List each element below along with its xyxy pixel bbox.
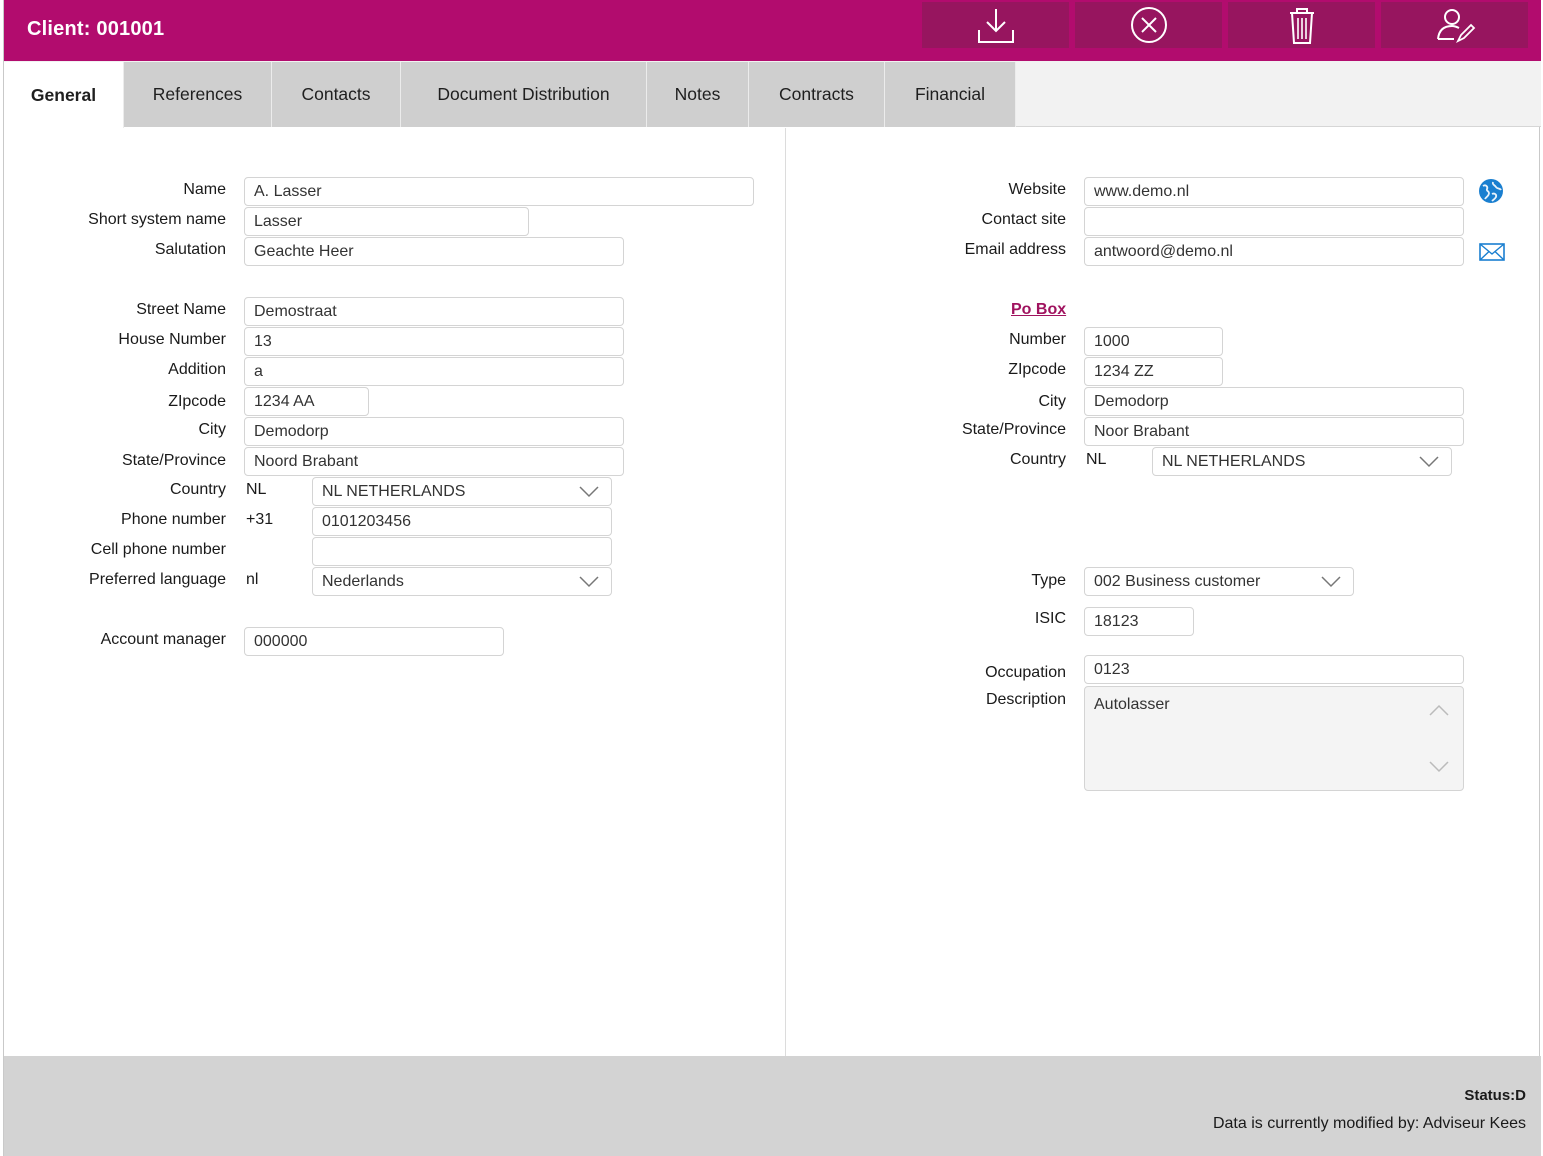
chevron-down-icon: [1321, 576, 1341, 588]
country-select-value: NL NETHERLANDS: [322, 483, 466, 500]
modified-by-text: Data is currently modified by: Adviseur …: [1212, 1115, 1526, 1132]
short-name-input[interactable]: [244, 207, 529, 236]
scroll-down-icon[interactable]: [1429, 761, 1449, 773]
po-country-label: Country: [1009, 451, 1066, 468]
occupation-input[interactable]: [1084, 655, 1464, 684]
addition-label: Addition: [168, 361, 226, 378]
cancel-button[interactable]: [1075, 2, 1222, 48]
status-footer: Status:D Data is currently modified by: …: [4, 1056, 1541, 1156]
edit-user-button[interactable]: [1381, 2, 1528, 48]
chevron-down-icon: [579, 486, 599, 498]
country-select[interactable]: NL NETHERLANDS: [312, 477, 612, 506]
isic-label: ISIC: [1034, 610, 1066, 627]
name-label: Name: [183, 181, 226, 198]
globe-icon[interactable]: [1478, 178, 1504, 204]
tab-bar: General References Contacts Document Dis…: [4, 61, 1541, 128]
country-label: Country: [169, 481, 226, 498]
street-label: Street Name: [136, 301, 226, 318]
phone-input[interactable]: [312, 507, 612, 536]
type-select[interactable]: 002 Business customer: [1084, 567, 1354, 596]
type-select-value: 002 Business customer: [1094, 573, 1261, 590]
user-edit-icon: [1436, 9, 1475, 44]
chevron-down-icon: [579, 576, 599, 588]
page-title: Client: 001001: [27, 18, 165, 40]
chevron-down-icon: [1419, 456, 1439, 468]
po-city-label: City: [1038, 393, 1066, 410]
language-label: Preferred language: [89, 571, 226, 588]
type-label: Type: [1031, 572, 1066, 589]
save-button[interactable]: [922, 2, 1069, 48]
po-zipcode-label: ZIpcode: [1008, 361, 1066, 378]
cell-phone-label: Cell phone number: [90, 541, 226, 558]
street-input[interactable]: [244, 297, 624, 326]
salutation-label: Salutation: [154, 241, 226, 258]
tab-notes[interactable]: Notes: [647, 62, 749, 127]
email-input[interactable]: [1084, 237, 1464, 266]
po-country-select-value: NL NETHERLANDS: [1162, 453, 1306, 470]
city-label: City: [198, 421, 226, 438]
zipcode-input[interactable]: [244, 387, 369, 416]
short-name-label: Short system name: [88, 211, 226, 228]
name-input[interactable]: [244, 177, 754, 206]
account-manager-input[interactable]: [244, 627, 504, 656]
zipcode-label: ZIpcode: [168, 393, 226, 410]
house-number-input[interactable]: [244, 327, 624, 356]
language-code: nl: [246, 571, 259, 588]
trash-icon: [1289, 8, 1314, 44]
tab-document-distribution[interactable]: Document Distribution: [401, 62, 647, 127]
contact-site-label: Contact site: [981, 211, 1066, 228]
account-manager-label: Account manager: [100, 631, 226, 648]
po-number-input[interactable]: [1084, 327, 1223, 356]
description-text: Autolasser: [1094, 696, 1170, 713]
tab-references[interactable]: References: [124, 62, 272, 127]
cancel-circle-icon: [1130, 7, 1167, 43]
download-icon: [977, 9, 1014, 43]
client-window: Client: 001001 General References Contac…: [3, 0, 1541, 1156]
cell-phone-input[interactable]: [312, 537, 612, 566]
house-number-label: House Number: [118, 331, 226, 348]
salutation-input[interactable]: [244, 237, 624, 266]
addition-input[interactable]: [244, 357, 624, 386]
country-code: NL: [246, 481, 267, 498]
isic-input[interactable]: [1084, 607, 1194, 636]
contact-site-input[interactable]: [1084, 207, 1464, 236]
tab-contacts[interactable]: Contacts: [272, 62, 401, 127]
description-textarea[interactable]: Autolasser: [1084, 686, 1464, 791]
po-city-input[interactable]: [1084, 387, 1464, 416]
status-text: Status:D: [1464, 1087, 1526, 1104]
language-select[interactable]: Nederlands: [312, 567, 612, 596]
language-select-value: Nederlands: [322, 573, 404, 590]
po-state-input[interactable]: [1084, 417, 1464, 446]
email-label: Email address: [964, 241, 1066, 258]
po-zipcode-input[interactable]: [1084, 357, 1223, 386]
envelope-icon[interactable]: [1479, 243, 1505, 261]
website-label: Website: [1008, 181, 1066, 198]
delete-button[interactable]: [1228, 2, 1375, 48]
city-input[interactable]: [244, 417, 624, 446]
website-input[interactable]: [1084, 177, 1464, 206]
header-bar: Client: 001001: [4, 0, 1541, 61]
tab-general[interactable]: General: [4, 62, 124, 128]
column-divider: [785, 128, 786, 1056]
tab-contracts[interactable]: Contracts: [749, 62, 885, 127]
tab-financial[interactable]: Financial: [885, 62, 1016, 127]
po-box-link[interactable]: Po Box: [1011, 301, 1066, 319]
po-country-code: NL: [1086, 451, 1107, 468]
occupation-label: Occupation: [985, 664, 1066, 681]
po-country-select[interactable]: NL NETHERLANDS: [1152, 447, 1452, 476]
phone-prefix: +31: [246, 511, 274, 528]
scroll-up-icon[interactable]: [1429, 704, 1449, 716]
phone-label: Phone number: [121, 511, 226, 528]
state-input[interactable]: [244, 447, 624, 476]
po-number-label: Number: [1009, 331, 1066, 348]
description-label: Description: [985, 691, 1066, 708]
state-label: State/Province: [121, 452, 226, 469]
po-state-label: State/Province: [961, 421, 1066, 438]
